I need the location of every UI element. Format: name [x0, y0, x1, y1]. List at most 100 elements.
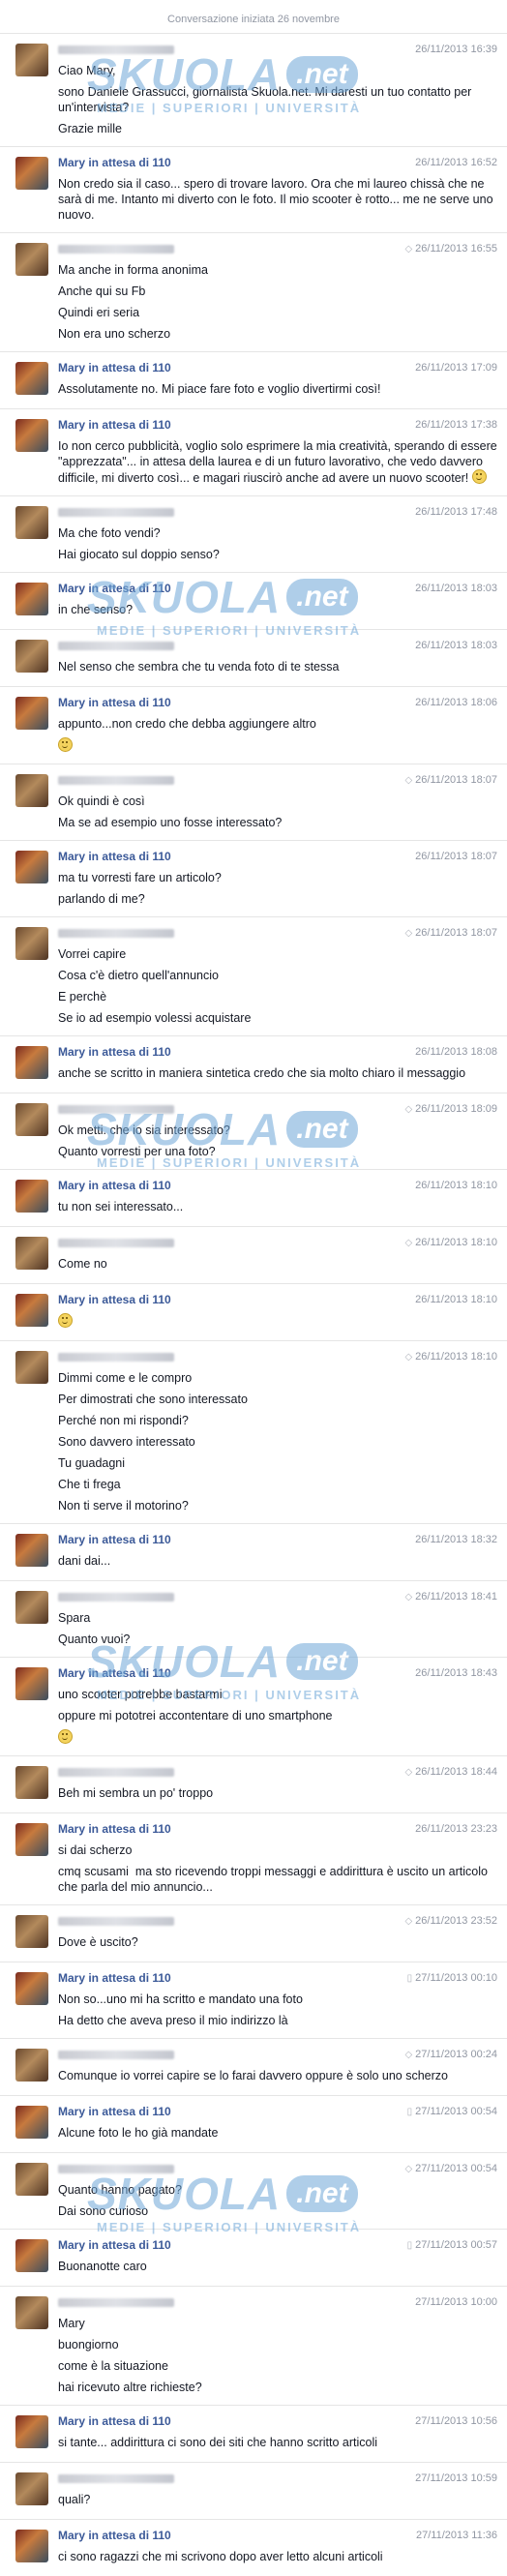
avatar[interactable]: [15, 419, 48, 452]
avatar[interactable]: [15, 927, 48, 960]
message-meta: ◇ 27/11/2013 00:24: [58, 2047, 497, 2062]
avatar[interactable]: [15, 1915, 48, 1948]
sender-name[interactable]: Mary in attesa di 110: [58, 361, 171, 374]
message-timestamp: ◇ 26/11/2013 23:52: [404, 1915, 497, 1927]
avatar[interactable]: [15, 1534, 48, 1567]
sender-name[interactable]: Mary in attesa di 110: [58, 1293, 171, 1306]
sender-name[interactable]: Mary in attesa di 110: [58, 850, 171, 863]
message-text: parlando di me?: [58, 892, 145, 906]
avatar[interactable]: [15, 1823, 48, 1856]
message-timestamp: ◇ 26/11/2013 18:41: [404, 1591, 497, 1603]
message-meta: 27/11/2013 10:59: [58, 2471, 497, 2486]
avatar[interactable]: [15, 1667, 48, 1700]
smiley-emoticon-icon: [58, 1313, 73, 1328]
avatar[interactable]: [15, 1046, 48, 1079]
message-item: 26/11/2013 18:03 Nel senso che sembra che…: [0, 629, 507, 686]
message-timestamp: ◇ 27/11/2013 00:54: [404, 2163, 497, 2174]
avatar[interactable]: [15, 2530, 48, 2562]
message-text: [58, 1313, 497, 1330]
avatar[interactable]: [15, 362, 48, 395]
message-text: Beh mi sembra un po' troppo: [58, 1786, 214, 1800]
message-meta: ◇ 26/11/2013 18:07: [58, 772, 497, 788]
avatar[interactable]: [15, 1972, 48, 2005]
avatar[interactable]: [15, 1591, 48, 1624]
sender-name[interactable]: Mary in attesa di 110: [58, 696, 171, 709]
avatar[interactable]: [15, 640, 48, 673]
sender-name[interactable]: Mary in attesa di 110: [58, 1971, 171, 1985]
location-icon: ◇: [404, 1915, 413, 1927]
avatar[interactable]: [15, 583, 48, 615]
avatar[interactable]: [15, 2296, 48, 2329]
avatar[interactable]: [15, 2106, 48, 2139]
timestamp-text: 26/11/2013 18:08: [415, 1046, 497, 1058]
message-timestamp: 26/11/2013 18:10: [415, 1180, 497, 1191]
sender-name[interactable]: Mary in attesa di 110: [58, 1179, 171, 1192]
sender-name-redacted: [58, 1352, 174, 1362]
message-item: ◇ 26/11/2013 18:07 Vorrei capire Cosa c'è d…: [0, 916, 507, 1035]
location-icon: ◇: [404, 1103, 413, 1115]
message-item: Mary in attesa di 110 26/11/2013 18:10 tu …: [0, 1169, 507, 1226]
message-item: Mary in attesa di 110 26/11/2013 18:07 ma …: [0, 840, 507, 916]
avatar[interactable]: [15, 1294, 48, 1327]
message-text: [58, 737, 497, 754]
sender-name-redacted: [58, 2473, 174, 2483]
message-meta: Mary in attesa di 110 26/11/2013 23:23: [58, 1821, 497, 1837]
sender-name[interactable]: Mary in attesa di 110: [58, 1822, 171, 1836]
avatar[interactable]: [15, 243, 48, 276]
avatar[interactable]: [15, 774, 48, 807]
sender-name-redacted: [58, 2297, 174, 2307]
sender-name[interactable]: Mary in attesa di 110: [58, 1533, 171, 1546]
message-timestamp: 26/11/2013 16:52: [415, 157, 497, 168]
timestamp-text: 27/11/2013 00:10: [415, 1972, 497, 1984]
sender-name[interactable]: Mary in attesa di 110: [58, 2529, 171, 2542]
avatar[interactable]: [15, 1180, 48, 1213]
message-text: si dai scherzo: [58, 1843, 133, 1857]
sender-name-redacted: [58, 1238, 174, 1247]
timestamp-text: 26/11/2013 16:39: [415, 44, 497, 55]
avatar[interactable]: [15, 2049, 48, 2082]
avatar[interactable]: [15, 44, 48, 76]
message-meta: Mary in attesa di 110 26/11/2013 18:10: [58, 1292, 497, 1307]
sender-name[interactable]: Mary in attesa di 110: [58, 2238, 171, 2252]
message-text: Ha detto che aveva preso il mio indirizz…: [58, 2014, 288, 2027]
avatar[interactable]: [15, 851, 48, 884]
sender-name[interactable]: Mary in attesa di 110: [58, 2414, 171, 2428]
avatar[interactable]: [15, 506, 48, 539]
message-text: Mary: [58, 2317, 85, 2330]
avatar[interactable]: [15, 2239, 48, 2272]
avatar[interactable]: [15, 697, 48, 730]
message-timestamp: ◇ 26/11/2013 18:44: [404, 1766, 497, 1778]
avatar[interactable]: [15, 1103, 48, 1136]
avatar[interactable]: [15, 1351, 48, 1384]
message-item: ◇ 27/11/2013 00:24 Comunque io vorrei capi…: [0, 2038, 507, 2095]
message-item: 26/11/2013 17:48 Ma che foto vendi? Hai gi…: [0, 495, 507, 572]
sender-name[interactable]: Mary in attesa di 110: [58, 582, 171, 595]
sender-name[interactable]: Mary in attesa di 110: [58, 418, 171, 432]
message-timestamp: 26/11/2013 18:07: [415, 851, 497, 862]
message-text: Non era uno scherzo: [58, 327, 171, 341]
avatar[interactable]: [15, 2163, 48, 2196]
avatar[interactable]: [15, 157, 48, 190]
message-meta: Mary in attesa di 110 26/11/2013 16:52: [58, 155, 497, 170]
avatar[interactable]: [15, 2472, 48, 2505]
message-item: Mary in attesa di 110 26/11/2013 18:06 app…: [0, 686, 507, 764]
timestamp-text: 27/11/2013 00:54: [415, 2163, 497, 2174]
timestamp-text: 27/11/2013 11:36: [415, 2530, 497, 2541]
avatar[interactable]: [15, 1237, 48, 1270]
avatar[interactable]: [15, 2415, 48, 2448]
message-item: Mary in attesa di 110 27/11/2013 11:36 ci …: [0, 2519, 507, 2576]
message-timestamp: 26/11/2013 18:06: [415, 697, 497, 708]
message-timestamp: 26/11/2013 18:10: [415, 1294, 497, 1305]
sender-name[interactable]: Mary in attesa di 110: [58, 1666, 171, 1680]
sender-name[interactable]: Mary in attesa di 110: [58, 156, 171, 169]
message-item: Mary in attesa di 110 26/11/2013 18:03 in …: [0, 572, 507, 629]
sender-name[interactable]: Mary in attesa di 110: [58, 1045, 171, 1059]
timestamp-text: 26/11/2013 17:38: [415, 419, 497, 431]
sender-name[interactable]: Mary in attesa di 110: [58, 2105, 171, 2118]
message-timestamp: ◇ 26/11/2013 18:10: [404, 1351, 497, 1363]
timestamp-text: 26/11/2013 17:48: [415, 506, 497, 518]
avatar[interactable]: [15, 1766, 48, 1799]
message-timestamp: 27/11/2013 10:00: [415, 2296, 497, 2308]
message-text: Spara: [58, 1611, 91, 1625]
message-timestamp: 27/11/2013 10:56: [415, 2415, 497, 2427]
